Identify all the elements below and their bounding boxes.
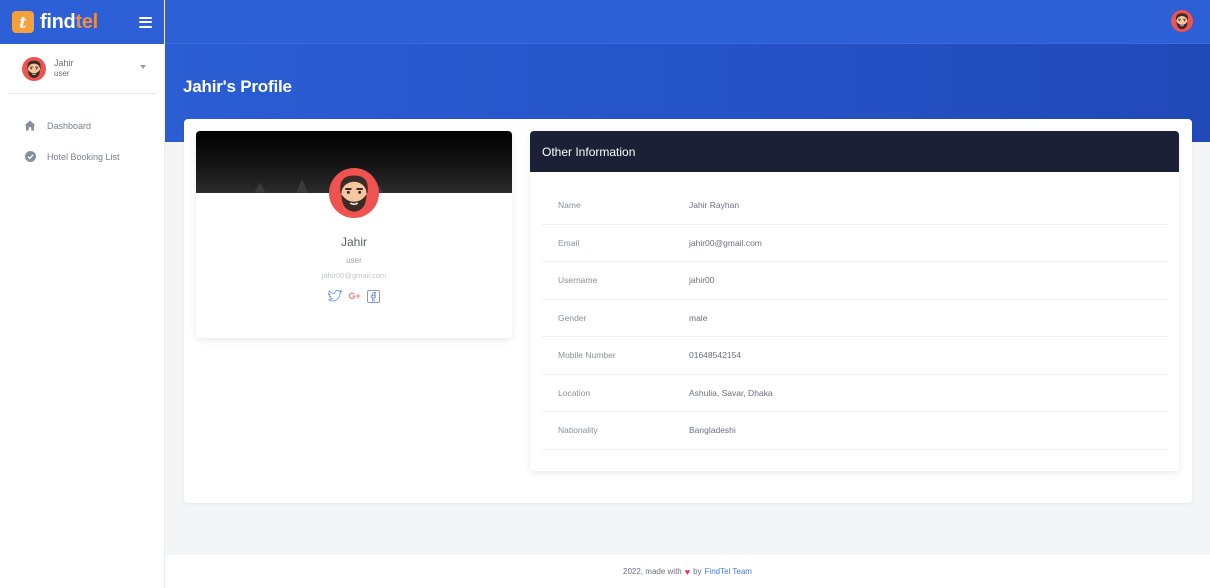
social-links: G+	[196, 289, 512, 303]
info-label: Nationality	[558, 425, 598, 436]
footer: 2022, made with ♥ by FindTel Team	[165, 555, 1210, 588]
sidebar-user-name: Jahir	[54, 58, 74, 68]
sidebar-user-menu[interactable]: Jahir user	[8, 44, 156, 94]
profile-avatar	[329, 168, 379, 218]
sidebar-item-hotel-booking-list[interactable]: Hotel Booking List	[0, 141, 164, 172]
info-value: male	[689, 312, 708, 323]
twitter-icon[interactable]	[328, 289, 343, 303]
info-value: Jahir Rayhan	[689, 200, 740, 211]
info-row-name: Name Jahir Rayhan	[542, 187, 1168, 225]
sidebar-item-label: Hotel Booking List	[47, 151, 120, 162]
main-content-card: Jahir user jahir00@gmail.com G+ Other In…	[184, 119, 1192, 503]
info-value: jahir00@gmail.com	[689, 237, 762, 248]
info-value: Bangladeshi	[689, 425, 736, 436]
brand-name-part2: tel	[75, 10, 98, 33]
info-value: Ashulia, Savar, Dhaka	[689, 387, 773, 398]
info-label: Name	[558, 200, 581, 211]
other-information-card: Other Information Name Jahir Rayhan Emai…	[530, 131, 1179, 471]
navbar-avatar[interactable]	[1171, 10, 1193, 32]
check-circle-icon	[24, 151, 36, 163]
facebook-icon[interactable]	[366, 289, 380, 303]
profile-email: jahir00@gmail.com	[321, 271, 387, 280]
footer-by-text: by	[693, 567, 702, 576]
brand-logo-icon[interactable]: t	[12, 11, 34, 33]
brand-name[interactable]: findtel	[40, 11, 98, 34]
info-row-mobile-number: Mobile Number 01648542154	[542, 337, 1168, 375]
info-row-email: Email jahir00@gmail.com	[542, 225, 1168, 262]
info-row-location: Location Ashulia, Savar, Dhaka	[542, 375, 1168, 412]
info-label: Location	[558, 387, 591, 398]
google-plus-icon[interactable]: G+	[348, 289, 360, 303]
sidebar-item-label: Dashboard	[47, 120, 92, 131]
sidebar: t findtel Jahir user Dashboard Hotel Boo…	[0, 0, 165, 588]
info-row-nationality: Nationality Bangladeshi	[542, 412, 1168, 450]
profile-role: user	[346, 256, 362, 265]
top-navbar	[165, 0, 1210, 44]
info-value: 01648542154	[689, 350, 742, 361]
info-row-username: Username jahir00	[542, 262, 1168, 300]
info-row-gender: Gender male	[542, 300, 1168, 337]
hamburger-menu-icon[interactable]	[139, 16, 152, 28]
profile-card: Jahir user jahir00@gmail.com G+	[196, 131, 512, 338]
sidebar-avatar	[22, 56, 46, 81]
info-label: Username	[558, 275, 598, 286]
info-value: jahir00	[689, 275, 715, 286]
info-label: Mobile Number	[558, 350, 616, 361]
home-icon	[24, 120, 36, 132]
brand-bar: t findtel	[0, 0, 164, 44]
sidebar-nav: Dashboard Hotel Booking List	[0, 110, 164, 172]
page-title: Jahir's Profile	[183, 77, 292, 96]
info-card-title: Other Information	[530, 131, 1179, 172]
sidebar-item-dashboard[interactable]: Dashboard	[0, 110, 164, 141]
info-label: Email	[558, 237, 580, 248]
footer-team-link[interactable]: FindTel Team	[705, 567, 752, 576]
profile-name: Jahir	[340, 235, 367, 249]
info-label: Gender	[558, 312, 587, 323]
info-table: Name Jahir Rayhan Email jahir00@gmail.co…	[542, 187, 1168, 450]
footer-text: 2022, made with	[623, 567, 682, 576]
brand-name-part1: find	[40, 10, 76, 33]
heart-icon: ♥	[684, 566, 691, 577]
sidebar-user-role: user	[54, 69, 70, 78]
chevron-down-icon[interactable]	[140, 65, 146, 69]
